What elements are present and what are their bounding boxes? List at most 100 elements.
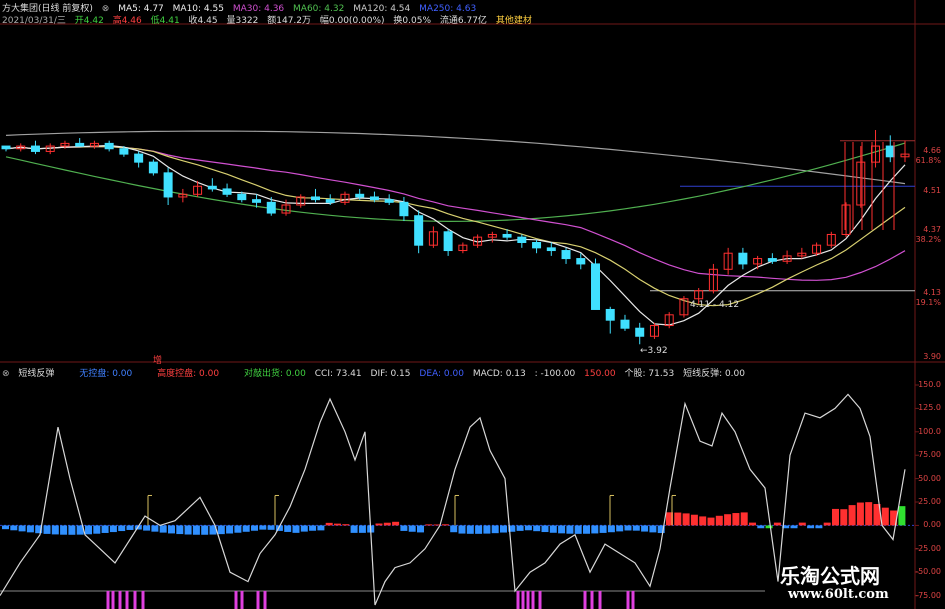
histogram-bar xyxy=(491,525,499,534)
candle-body xyxy=(207,185,217,190)
histogram-bar xyxy=(798,522,806,526)
histogram-bar xyxy=(898,506,906,526)
candle-body xyxy=(605,308,615,321)
histogram-bar xyxy=(773,522,781,526)
candle-body xyxy=(443,231,453,252)
indicator-name[interactable]: 短线反弹 xyxy=(18,369,54,379)
histogram-bar xyxy=(109,525,117,533)
indicator-dif: DIF: 0.15 xyxy=(370,369,411,379)
histogram-bar xyxy=(583,525,590,534)
ma10-line xyxy=(5,145,906,307)
candle-body xyxy=(502,233,512,238)
candle-body xyxy=(75,142,85,147)
histogram-bar xyxy=(126,525,134,530)
axis-pct-4: 19.1% xyxy=(915,298,941,307)
ma5-line xyxy=(5,144,906,326)
histogram-bar xyxy=(101,525,109,533)
histogram-bar xyxy=(184,525,192,535)
histogram-bar xyxy=(475,525,483,534)
histogram-bar xyxy=(176,525,184,535)
low-annotation: ←3.92 xyxy=(640,346,668,356)
indicator-v5: 150.00 xyxy=(584,369,616,379)
candle-body xyxy=(576,258,586,265)
histogram-bar xyxy=(566,525,574,534)
candle-body xyxy=(1,145,11,150)
watermark-title: 乐淘公式网 xyxy=(780,564,880,588)
candle-body xyxy=(325,199,335,203)
histogram-bar xyxy=(392,521,400,526)
histogram-bar xyxy=(649,525,657,533)
histogram-bar xyxy=(848,505,856,526)
histogram-bar xyxy=(350,525,358,533)
histogram-bar xyxy=(823,522,831,526)
indicator-axis-label: -50.00 xyxy=(915,567,941,577)
histogram-bar xyxy=(325,522,333,526)
histogram-bar xyxy=(51,525,59,535)
histogram-bar xyxy=(226,525,234,534)
histogram-bar xyxy=(309,525,317,531)
indicator-v3: 对敲出货: 0.00 xyxy=(243,369,306,379)
indicator-v4: : -100.00 xyxy=(534,369,576,379)
histogram-bar xyxy=(201,525,209,535)
histogram-bar xyxy=(632,525,640,531)
candle-body xyxy=(384,199,394,203)
candle-body xyxy=(237,193,247,201)
histogram-bar xyxy=(549,525,557,533)
volume-label: 量3322 xyxy=(226,16,259,26)
histogram-bar xyxy=(441,524,449,526)
histogram-bar xyxy=(881,507,889,526)
indicator-cci: CCI: 73.41 xyxy=(314,369,362,379)
sector-label[interactable]: 其他建材 xyxy=(496,16,532,26)
histogram-bar xyxy=(300,525,308,532)
histogram-bar xyxy=(840,509,848,526)
histogram-bar xyxy=(790,525,798,529)
histogram-bar xyxy=(707,517,715,526)
indicator-dea: DEA: 0.00 xyxy=(419,369,464,379)
histogram-bar xyxy=(533,525,541,532)
histogram-bar xyxy=(168,525,175,534)
histogram-bar xyxy=(483,525,491,534)
axis-pct-1: 61.8% xyxy=(915,156,941,165)
candle-body xyxy=(414,215,424,246)
candle-body xyxy=(635,327,645,337)
histogram-bar xyxy=(740,512,748,526)
histogram-bar xyxy=(358,525,366,533)
histogram-bar xyxy=(682,513,690,526)
candle-body xyxy=(30,145,40,152)
header-line-2: 2021/03/31/三 开4.42 高4.46 低4.41 收4.45 量33… xyxy=(2,13,538,26)
histogram-bar xyxy=(118,525,126,532)
histogram-bar xyxy=(516,525,524,531)
indicator-settings-icon[interactable]: ⊗ xyxy=(2,369,10,379)
histogram-bar xyxy=(10,525,18,531)
indicator-v6: 个股: 71.53 xyxy=(624,369,675,379)
indicator-header: ⊗ 短线反弹 无控盘: 0.00 高度控盘: 0.00 对敲出货: 0.00 C… xyxy=(2,366,751,379)
histogram-bar xyxy=(856,502,864,526)
histogram-bar xyxy=(541,525,549,533)
histogram-bar xyxy=(292,525,300,533)
candle-body xyxy=(620,319,630,329)
indicator-axis-label: 150.0 xyxy=(918,380,941,389)
histogram-bar xyxy=(765,525,773,529)
candle-body xyxy=(767,258,777,262)
candle-body xyxy=(738,252,748,265)
histogram-bar xyxy=(624,525,632,531)
turnover-label: 换0.05% xyxy=(393,16,432,26)
histogram-bar xyxy=(60,525,68,535)
axis-pct-3: 38.2% xyxy=(915,235,941,244)
indicator-v1: 无控盘: 0.00 xyxy=(79,369,133,379)
stock-chart[interactable] xyxy=(0,0,945,609)
candle-body xyxy=(134,153,144,163)
histogram-bar xyxy=(724,514,732,526)
histogram-bar xyxy=(757,525,765,529)
histogram-bar xyxy=(242,525,250,532)
amount-label: 额147.2万 xyxy=(267,16,312,26)
histogram-bar xyxy=(267,525,275,530)
indicator-v2: 高度控盘: 0.00 xyxy=(157,369,220,379)
histogram-bar xyxy=(85,525,92,535)
histogram-bar xyxy=(18,525,26,532)
candle-body xyxy=(163,172,173,198)
histogram-bar xyxy=(68,525,76,535)
indicator-axis-label: 125.0 xyxy=(918,403,941,413)
candle-body xyxy=(119,148,129,155)
histogram-bar xyxy=(807,525,815,529)
